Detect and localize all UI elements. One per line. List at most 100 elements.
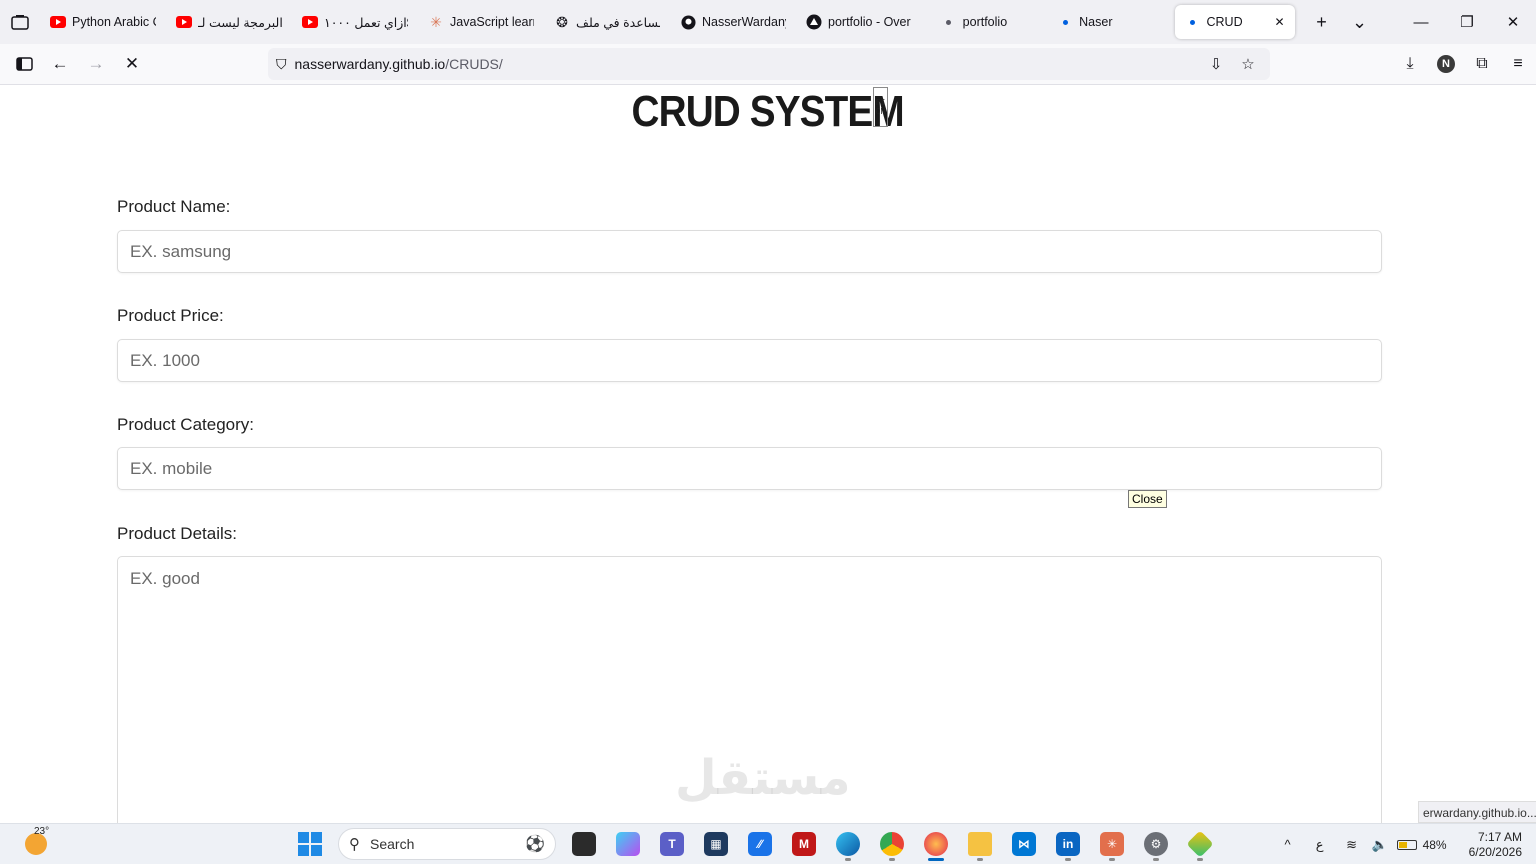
tab-label: portfolio [962,15,1008,29]
taskbar-app[interactable]: ✳ [1090,827,1134,861]
tab-crud-active[interactable]: CRUD ✕ [1174,5,1295,39]
new-tab-button[interactable]: + [1303,5,1341,39]
input-language[interactable]: ع [1305,837,1335,853]
dot-icon [1185,14,1201,30]
chrome-icon [880,832,904,856]
taskbar-app[interactable]: ⋈ [1002,827,1046,861]
openai-icon: ❂ [556,13,568,30]
taskbar-app[interactable]: ▦ [694,827,738,861]
tab-label: ازاي تعمل ١٠٠٠$ [324,15,408,30]
tab-python-arabic[interactable]: Python Arabic C [40,5,166,39]
claude-icon: ✳ [1100,832,1124,856]
product-category-input[interactable] [117,447,1382,490]
taskbar: 23° ⚲ Search ⚽ T ▦ ∕∕ M ⋈ in ✳ ⚙ ^ ع ≋ 🔈… [0,823,1536,864]
search-label: Search [370,836,415,852]
search-highlight-icon: ⚽ [525,836,545,853]
url-host: nasserwardany.github.io [294,56,446,72]
temperature: 23° [34,826,50,837]
taskbar-app[interactable]: in [1046,827,1090,861]
extensions-button[interactable]: ⧉ [1464,48,1500,80]
minimize-button[interactable]: — [1398,5,1444,39]
url-bar[interactable]: ⛉ nasserwardany.github.io/CRUDS/ ⇩ ☆ [268,48,1270,80]
vscode-icon: ⋈ [1012,832,1036,856]
edge-icon [836,832,860,856]
close-tab-icon[interactable]: ✕ [1274,15,1284,29]
tab-label: NasserWardany [702,15,786,29]
download-icon: ⤓ [1406,55,1414,72]
status-url: erwardany.github.io... [1418,801,1536,823]
taskbar-app[interactable] [870,827,914,861]
tab-portfolio[interactable]: portfolio [921,5,1017,39]
taskbar-app[interactable] [1178,827,1222,861]
youtube-icon [50,14,66,30]
menu-button[interactable]: ≡ [1500,48,1536,80]
taskbar-app[interactable] [826,827,870,861]
forward-button[interactable]: → [78,48,114,80]
taskbar-app[interactable] [562,827,606,861]
firefox-view-button[interactable] [0,0,40,44]
taskbar-app[interactable] [914,827,958,861]
tab-1000-dollars[interactable]: ازاي تعمل ١٠٠٠$ [292,5,418,39]
taskbar-search[interactable]: ⚲ Search ⚽ [338,828,556,860]
save-page-button[interactable]: ⇩ [1202,48,1230,80]
teams-icon: T [660,832,684,856]
dot-icon [941,14,957,30]
avatar: N [1437,55,1455,73]
tab-chatgpt[interactable]: ❂ مساعدة في ملف [544,5,670,39]
volume-icon[interactable]: 🔈 [1369,837,1391,853]
tab-portfolio-vercel[interactable]: portfolio - Over [796,5,921,39]
product-name-input[interactable] [117,230,1382,273]
back-arrow-icon: ← [51,54,69,73]
sidebar-toggle-button[interactable] [6,48,42,80]
taskbar-app[interactable] [606,827,650,861]
taskbar-app[interactable]: T [650,827,694,861]
dot-icon [1057,14,1073,30]
product-details-textarea[interactable] [117,556,1382,856]
sidebar-icon [15,57,33,71]
firefox-icon [924,832,948,856]
site-shield-icon[interactable]: ⛉ [276,56,287,73]
product-price-label: Product Price: [117,306,224,325]
taskbar-app[interactable]: ∕∕ [738,827,782,861]
taskbar-app[interactable] [958,827,1002,861]
start-button[interactable] [288,827,332,861]
show-hidden-icons[interactable]: ^ [1277,837,1299,852]
spark-icon: ✳ [430,13,442,30]
mcafee-icon: M [792,832,816,856]
weather-widget[interactable]: 23° [18,826,54,862]
forward-arrow-icon: → [87,54,105,73]
tab-javascript[interactable]: ✳ JavaScript learn [418,5,544,39]
tab-naser[interactable]: Naser [1017,5,1122,39]
stop-button[interactable]: ✕ [114,48,150,80]
taskbar-app[interactable]: M [782,827,826,861]
product-price-input[interactable] [117,339,1382,382]
close-window-button[interactable]: ✕ [1490,5,1536,39]
store-icon: ▦ [704,832,728,856]
back-button[interactable]: ← [42,48,78,80]
taskbar-app[interactable]: ⚙ [1134,827,1178,861]
battery-icon[interactable] [1396,839,1417,850]
list-all-tabs-button[interactable]: ⌄ [1341,5,1379,39]
stop-icon: ✕ [124,54,140,73]
wifi-icon[interactable]: ≋ [1341,837,1363,853]
close-tooltip: Close [1128,490,1167,508]
vercel-icon [806,14,822,30]
tab-label: البرمجة ليست لـ [198,15,282,30]
copilot-icon [616,832,640,856]
tab-github[interactable]: NasserWardany [670,5,796,39]
tab-label: Naser [1079,15,1113,29]
clock-time: 7:17 AM [1477,829,1522,844]
profile-button[interactable]: N [1428,48,1464,80]
downloads-button[interactable]: ⤓ [1392,48,1428,80]
linkedin-icon: in [1056,832,1080,856]
clock[interactable]: 7:17 AM 6/20/2026 [1469,830,1522,860]
battery-percent: 48% [1422,837,1447,852]
restore-button[interactable]: ❐ [1444,5,1490,39]
tab-programming[interactable]: البرمجة ليست لـ [166,5,292,39]
watermark-logo: مستقل [675,750,851,806]
nav-bar: ← → ✕ ⛉ nasserwardany.github.io/CRUDS/ ⇩… [0,44,1536,85]
bookmark-button[interactable]: ☆ [1234,48,1262,80]
file-explorer-dark-icon [572,832,596,856]
firefox-view-icon [11,15,29,30]
youtube-icon [302,14,318,30]
